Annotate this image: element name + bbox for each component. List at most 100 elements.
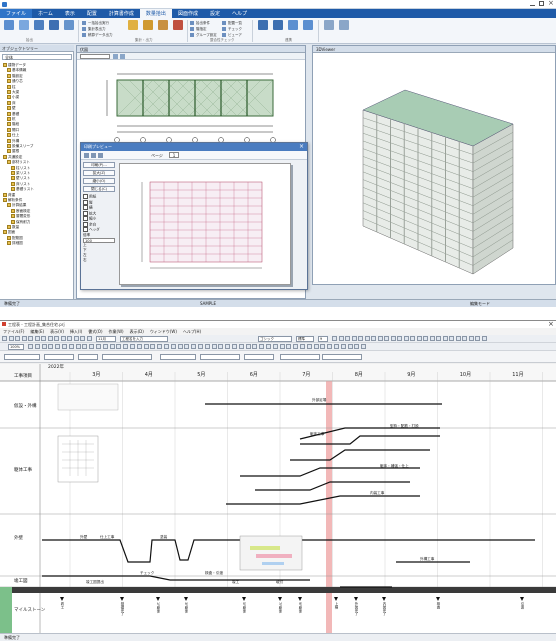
toolbar-icon[interactable]: [123, 344, 129, 349]
toolbar-icon[interactable]: [338, 336, 344, 341]
toolbar-icon[interactable]: [351, 336, 357, 341]
filter-field[interactable]: [280, 354, 320, 360]
style-select[interactable]: 標準: [296, 336, 314, 342]
toolbar-icon[interactable]: [157, 344, 163, 349]
task-name-input[interactable]: 工程名を入力: [120, 336, 168, 342]
floor-select[interactable]: [80, 54, 110, 59]
page-number-input[interactable]: 1: [169, 152, 179, 158]
ribbon-button-table[interactable]: [141, 20, 155, 30]
font-size-select[interactable]: 9: [318, 336, 328, 342]
toolbar-icon[interactable]: [340, 344, 346, 349]
ribbon-button-calc[interactable]: [47, 20, 61, 30]
zoom-in-icon[interactable]: [91, 153, 96, 158]
toolbar-icon[interactable]: [143, 344, 149, 349]
tree-item[interactable]: 基本情報: [7, 68, 26, 73]
toolbar-icon[interactable]: [306, 344, 312, 349]
toolbar-icon[interactable]: [410, 336, 415, 341]
ribbon-button-edit[interactable]: [322, 20, 336, 30]
tab-drawing[interactable]: 図面作成: [172, 9, 204, 18]
toolbar-icon[interactable]: [327, 344, 333, 349]
toolbar-icon[interactable]: [293, 344, 299, 349]
toolbar-icon[interactable]: [455, 336, 461, 341]
minimize-icon[interactable]: [530, 1, 535, 6]
toolbar-icon[interactable]: [184, 344, 190, 349]
toolbar-icon[interactable]: [403, 336, 409, 341]
tree-item[interactable]: 階段: [7, 122, 19, 127]
toolbar-icon[interactable]: [47, 336, 53, 341]
toolbar-icon[interactable]: [109, 344, 115, 349]
toolbar-icon[interactable]: [75, 344, 81, 349]
toolbar-icon[interactable]: [481, 336, 487, 341]
toolbar-icon[interactable]: [102, 344, 108, 349]
toolbar-icon[interactable]: [320, 344, 326, 349]
tree-item[interactable]: 柱リスト: [11, 165, 30, 171]
toolbar-icon[interactable]: [429, 336, 435, 341]
toolbar-icon[interactable]: [449, 336, 454, 341]
toolbar-icon[interactable]: [416, 336, 422, 341]
tree-item[interactable]: 基礎リスト: [11, 187, 34, 192]
tab-home[interactable]: ホーム: [32, 9, 59, 18]
tree-item[interactable]: 壁リスト: [11, 176, 30, 181]
toolbar-icon[interactable]: [347, 344, 353, 349]
toolbar-icon[interactable]: [54, 336, 59, 341]
tree-item[interactable]: 計算結果: [7, 203, 26, 208]
toolbar-icon[interactable]: [41, 344, 47, 349]
filter-field[interactable]: [4, 354, 40, 360]
menu-item[interactable]: 表示(D): [127, 328, 147, 335]
toolbar-icon[interactable]: [41, 336, 46, 341]
toolbar-icon[interactable]: [358, 336, 363, 341]
filter-field[interactable]: [78, 354, 98, 360]
ribbon-button-export[interactable]: [156, 20, 170, 30]
tab-file[interactable]: ファイル: [0, 9, 33, 18]
ribbon-button-sum[interactable]: [126, 20, 140, 30]
toolbar-icon[interactable]: [397, 336, 402, 341]
zoom-in-button[interactable]: 拡大(Z): [83, 170, 115, 176]
tree-item[interactable]: 小梁: [7, 95, 19, 100]
toolbar-icon[interactable]: [67, 336, 72, 341]
toolbar-icon[interactable]: [68, 344, 74, 349]
toolbar-icon[interactable]: [286, 344, 292, 349]
tab-help[interactable]: ヘルプ: [226, 9, 253, 18]
toolbar-icon[interactable]: [468, 336, 474, 341]
toolbar-icon[interactable]: [60, 336, 66, 341]
tree-item[interactable]: 部材リスト: [7, 160, 30, 165]
filter-field[interactable]: [102, 354, 152, 360]
filter-field[interactable]: [44, 354, 74, 360]
toolbar-icon[interactable]: [73, 336, 79, 341]
tree-filter-select[interactable]: 全体: [2, 54, 72, 60]
ribbon-button-new[interactable]: [2, 20, 16, 30]
toolbar-icon[interactable]: [2, 336, 7, 341]
menu-item[interactable]: 書式(O): [85, 328, 105, 335]
toolbar-icon[interactable]: [116, 344, 122, 349]
toolbar-icon[interactable]: [442, 336, 448, 341]
zoom-out-icon[interactable]: [98, 153, 103, 158]
tree-item[interactable]: 詳細図: [7, 241, 23, 246]
zoom-icon[interactable]: [113, 54, 118, 59]
menu-item[interactable]: 挿入(I): [67, 328, 85, 335]
month-select[interactable]: 11月: [96, 336, 116, 342]
ribbon-button-link4[interactable]: [301, 20, 315, 30]
toolbar-icon[interactable]: [150, 344, 156, 349]
maximize-icon[interactable]: [539, 1, 544, 6]
toolbar-icon[interactable]: [86, 336, 92, 341]
toolbar-icon[interactable]: [28, 336, 33, 341]
toolbar-icon[interactable]: [238, 344, 244, 349]
dialog-close-icon[interactable]: ×: [299, 143, 304, 151]
ribbon-button-batch[interactable]: [17, 20, 31, 30]
tree-item[interactable]: 通り芯: [7, 79, 23, 84]
filter-field[interactable]: [322, 354, 362, 360]
toolbar-icon[interactable]: [96, 344, 101, 349]
toolbar-icon[interactable]: [361, 344, 367, 349]
toolbar-icon[interactable]: [34, 344, 40, 349]
ribbon-button-pdf[interactable]: [171, 20, 185, 30]
toolbar-icon[interactable]: [266, 344, 271, 349]
toolbar-icon[interactable]: [136, 344, 142, 349]
tree-item[interactable]: 図面: [3, 230, 15, 235]
ribbon-button-open[interactable]: [32, 20, 46, 30]
tree-item[interactable]: 仕上: [7, 133, 19, 138]
toolbar-icon[interactable]: [364, 336, 370, 341]
toolbar-icon[interactable]: [80, 336, 85, 341]
filter-field[interactable]: [244, 354, 274, 360]
menu-item[interactable]: 編集(E): [27, 328, 47, 335]
toolbar-icon[interactable]: [191, 344, 197, 349]
